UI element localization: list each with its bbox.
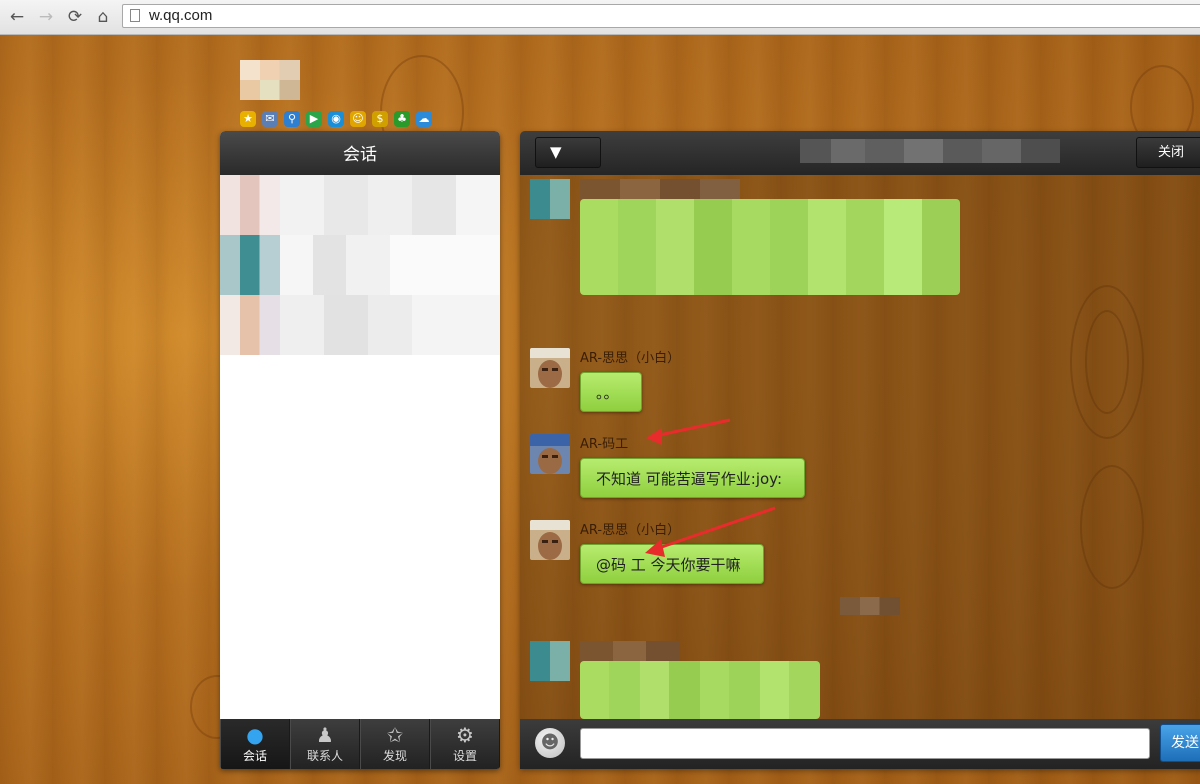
home-icon[interactable]: ⌂ [92, 6, 114, 28]
smile-icon[interactable]: ☺ [350, 111, 366, 127]
tab-contacts[interactable]: ♟ 联系人 [290, 719, 360, 769]
avatar[interactable] [530, 520, 570, 560]
dropdown-button[interactable]: ▼ [535, 137, 601, 168]
sender-name: AR-思思（小白） [580, 351, 681, 366]
avatar-portrait-icon [530, 348, 570, 388]
browser-toolbar: ← → ⟳ ⌂ w.qq.com [0, 0, 1200, 35]
tab-conversations[interactable]: ● 会话 [220, 719, 290, 769]
message-bubble [580, 199, 960, 295]
tab-label: 会话 [242, 749, 267, 763]
star-icon[interactable]: ★ [240, 111, 256, 127]
sender-name [580, 179, 740, 199]
tab-label: 设置 [452, 749, 477, 763]
search-icon[interactable]: ⚲ [284, 111, 300, 127]
conversation-panel: 会话 ● 会话 ♟ 联系人 ✩ 发现 ⚙ 设置 [220, 131, 500, 769]
contact-icon: ♟ [316, 723, 334, 747]
back-icon[interactable]: ← [6, 6, 28, 28]
conversation-header: 会话 [220, 131, 500, 175]
message-bubble: 。。 [580, 372, 642, 412]
app-icons-bar: ★ ✉ ⚲ ▶ ◉ ☺ $ ♣ ☁ [240, 111, 432, 127]
emoji-icon[interactable]: ☻ [535, 728, 565, 758]
sender-name: AR-码工 [580, 437, 629, 452]
send-button[interactable]: 发送 [1160, 724, 1200, 762]
list-item[interactable] [220, 295, 500, 355]
list-item[interactable] [220, 235, 500, 295]
url-text: w.qq.com [149, 7, 213, 24]
avatar-portrait-icon [530, 434, 570, 474]
address-bar[interactable]: w.qq.com [122, 4, 1200, 28]
money-icon[interactable]: $ [372, 111, 388, 127]
mail-icon[interactable]: ✉ [262, 111, 278, 127]
message-list: AR-思思（小白） 。。 AR-码工 不知道 可能苦逼写作业:joy: AR-思… [520, 175, 1200, 719]
close-button[interactable]: 关闭 [1136, 137, 1200, 168]
chat-header: ▼ 关闭 [520, 131, 1200, 175]
settings-gear-icon: ⚙ [456, 723, 474, 747]
avatar [530, 179, 570, 219]
avatar[interactable] [530, 348, 570, 388]
tab-discover[interactable]: ✩ 发现 [360, 719, 430, 769]
clover-icon[interactable]: ♣ [394, 111, 410, 127]
list-item[interactable] [220, 175, 500, 235]
conversation-list [220, 175, 500, 721]
page-icon [130, 9, 140, 22]
message-input[interactable] [580, 728, 1150, 759]
avatar [530, 641, 570, 681]
avatar-portrait-icon [530, 520, 570, 560]
sender-name [580, 641, 680, 661]
chat-title [800, 139, 1060, 163]
tab-label: 联系人 [306, 749, 343, 763]
cloud-icon[interactable]: ☁ [416, 111, 432, 127]
message-bubble [580, 661, 820, 719]
annotation-arrow-icon [646, 418, 731, 445]
tab-settings[interactable]: ⚙ 设置 [430, 719, 500, 769]
forward-icon[interactable]: → [35, 6, 57, 28]
reload-icon[interactable]: ⟳ [64, 6, 86, 28]
chat-panel: ▼ 关闭 AR-思思（小白） 。。 AR-码工 不知道 可能苦逼写作业:joy:… [520, 131, 1200, 769]
timestamp [840, 597, 900, 615]
browser-icon[interactable]: ◉ [328, 111, 344, 127]
self-avatar[interactable] [240, 60, 300, 100]
video-icon[interactable]: ▶ [306, 111, 322, 127]
tab-label: 发现 [382, 749, 407, 763]
annotation-arrow-icon [645, 506, 776, 557]
message-bubble: 不知道 可能苦逼写作业:joy: [580, 458, 805, 498]
discover-star-icon: ✩ [386, 723, 404, 747]
input-bar: ☻ 发送 [520, 719, 1200, 769]
chat-bubble-icon: ● [246, 723, 264, 747]
avatar[interactable] [530, 434, 570, 474]
bottom-tab-bar: ● 会话 ♟ 联系人 ✩ 发现 ⚙ 设置 [220, 719, 500, 769]
